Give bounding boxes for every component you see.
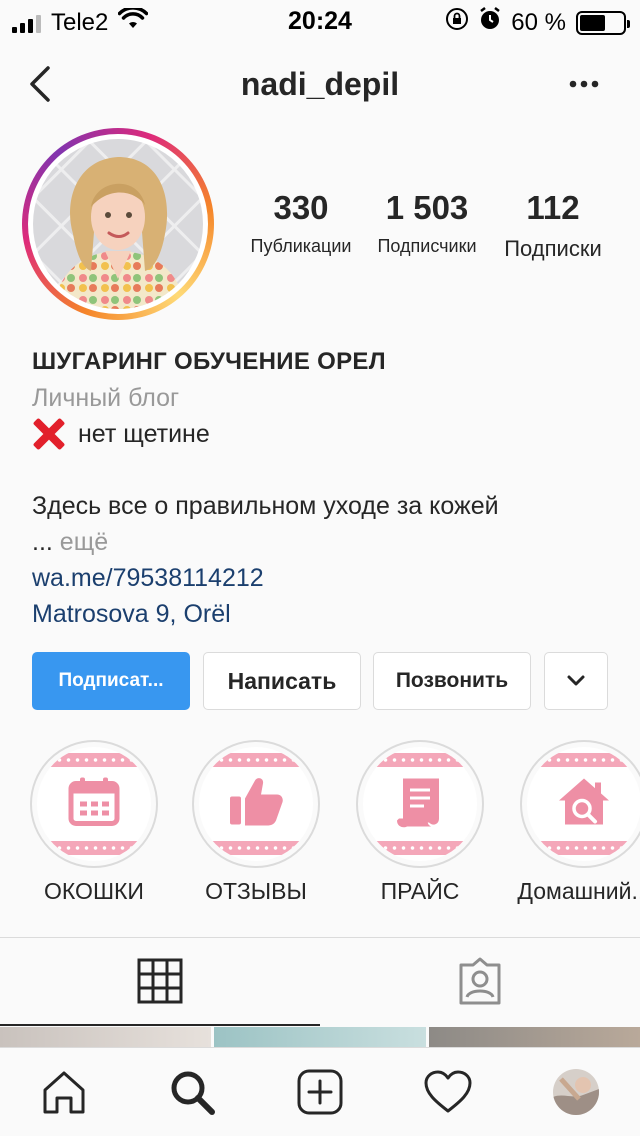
bio-ellipsis: ... — [32, 528, 53, 556]
calendar-icon — [67, 775, 121, 834]
chevron-down-icon — [567, 675, 585, 686]
profile-avatar-icon — [553, 1069, 599, 1115]
cross-mark-icon — [32, 417, 66, 451]
posts-grid-peek — [0, 1027, 640, 1047]
thumbs-up-icon — [227, 775, 285, 834]
nav-new-post[interactable] — [290, 1066, 350, 1118]
highlight-domashniy[interactable]: Домашний... — [499, 740, 640, 905]
bio-website-link[interactable]: wa.me/79538114212 — [32, 560, 612, 596]
highlight-label: ПРАЙС — [380, 878, 460, 904]
add-post-icon — [297, 1069, 343, 1115]
heart-icon — [424, 1070, 472, 1113]
battery-level — [580, 14, 606, 31]
followers-count: 1 503 — [385, 189, 469, 226]
profile-actions: Подписат... Написать Позвонить — [32, 652, 608, 710]
nav-profile[interactable] — [546, 1066, 606, 1118]
call-button[interactable]: Позвонить — [373, 652, 531, 710]
more-dots-icon — [569, 80, 599, 88]
bio-line-2: Здесь все о правильном уходе за кожей — [32, 492, 499, 520]
posts-label: Публикации — [250, 236, 352, 256]
highlight-prays[interactable]: ПРАЙС — [335, 740, 505, 905]
profile-name: ШУГАРИНГ ОБУЧЕНИЕ ОРЕЛ — [32, 348, 386, 375]
profile-header: nadi_depil — [0, 56, 640, 112]
highlight-label: ОКОШКИ — [44, 878, 144, 904]
following-label: Подписки — [504, 236, 602, 261]
tab-posts-grid[interactable] — [0, 938, 320, 1026]
bio-line-1: нет щетине — [32, 416, 612, 452]
status-bar: Tele2 20:24 60 % — [0, 0, 640, 40]
more-options-button[interactable] — [564, 66, 604, 102]
username-title: nadi_depil — [240, 66, 400, 102]
bio-more-link[interactable]: ещё — [60, 528, 108, 556]
status-right: 60 % — [445, 7, 630, 38]
profile-tabs — [0, 937, 640, 1027]
post-thumbnail[interactable] — [0, 1027, 212, 1047]
bottom-navigation — [0, 1047, 640, 1136]
following-count: 112 — [526, 189, 580, 226]
nav-home[interactable] — [34, 1066, 94, 1118]
follow-button[interactable]: Подписат... — [32, 652, 190, 710]
bio-line-1-text: нет щетине — [78, 420, 210, 448]
orientation-lock-icon — [445, 7, 469, 38]
battery-percent: 60 % — [511, 8, 566, 36]
highlight-label: ОТЗЫВЫ — [205, 878, 307, 904]
following-stat[interactable]: 112 Подписки — [494, 188, 612, 262]
tagged-person-icon — [459, 957, 501, 1005]
suggestions-dropdown-button[interactable] — [544, 652, 608, 710]
home-search-icon — [555, 775, 613, 834]
avatar-photo — [33, 139, 203, 309]
story-highlights: ОКОШКИ ОТЗЫВЫ ПРАЙС Домашний... — [0, 740, 640, 910]
followers-label: Подписчики — [377, 236, 477, 256]
nav-activity[interactable] — [418, 1066, 478, 1118]
highlight-okoshki[interactable]: ОКОШКИ — [9, 740, 179, 905]
nav-search[interactable] — [162, 1066, 222, 1118]
search-icon — [171, 1071, 215, 1115]
profile-bio: ШУГАРИНГ ОБУЧЕНИЕ ОРЕЛ Личный блог нет щ… — [32, 344, 612, 632]
posts-stat[interactable]: 330 Публикации — [240, 188, 362, 257]
grid-icon — [137, 958, 183, 1004]
tab-tagged[interactable] — [320, 938, 640, 1026]
highlight-otzyvy[interactable]: ОТЗЫВЫ — [171, 740, 341, 905]
profile-stats: 330 Публикации 1 503 Подписчики 112 Подп… — [240, 188, 620, 268]
scroll-icon — [393, 773, 447, 836]
home-icon — [43, 1071, 85, 1114]
profile-avatar[interactable] — [22, 128, 214, 320]
post-thumbnail[interactable] — [428, 1027, 640, 1047]
battery-icon — [576, 10, 630, 35]
post-thumbnail[interactable] — [214, 1027, 426, 1047]
message-button[interactable]: Написать — [203, 652, 361, 710]
followers-stat[interactable]: 1 503 Подписчики — [366, 188, 488, 257]
bio-location-link[interactable]: Matrosova 9, Orël — [32, 596, 612, 632]
posts-count: 330 — [273, 189, 329, 226]
highlight-label: Домашний... — [517, 878, 640, 904]
profile-category: Личный блог — [32, 384, 180, 412]
alarm-icon — [479, 7, 501, 38]
bio-more-row: ... ещё — [32, 524, 612, 560]
